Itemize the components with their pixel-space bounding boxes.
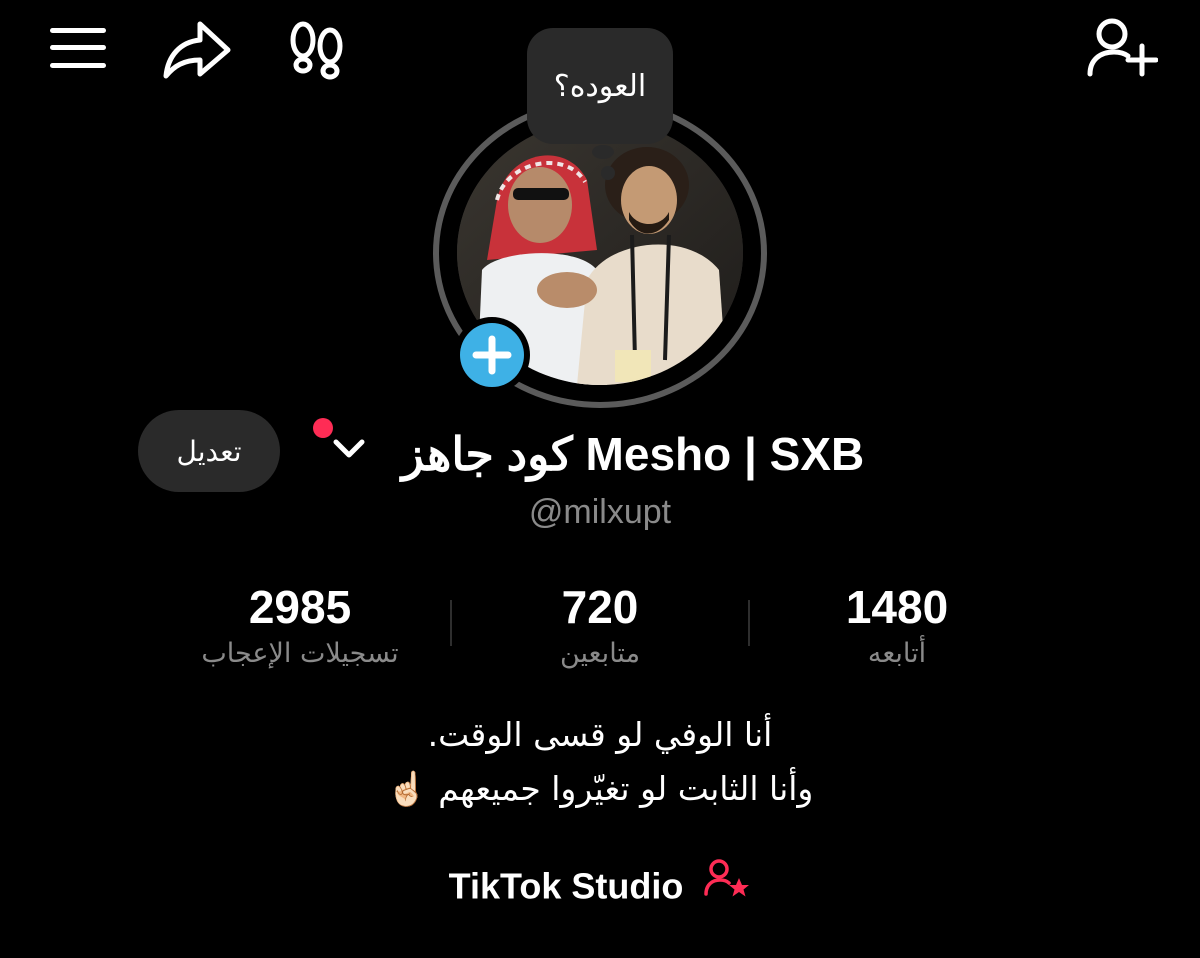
edit-profile-button[interactable]: تعديل — [138, 410, 280, 492]
following-label: أتابعه — [867, 638, 927, 669]
bio-line: وأنا الثابت لو تغيّروا جميعهم ☝🏻 — [386, 769, 814, 808]
chevron-down-icon[interactable] — [333, 438, 365, 464]
followers-label: متابعين — [559, 638, 641, 669]
likes-stat[interactable]: 2985 تسجيلات الإعجاب — [150, 580, 450, 674]
notification-dot — [313, 418, 333, 438]
username: @milxupt — [528, 493, 672, 531]
add-story-button[interactable] — [454, 317, 530, 393]
note-bubble-tail-dot — [601, 166, 615, 180]
tiktok-studio-link[interactable]: TikTok Studio — [400, 856, 800, 914]
likes-label: تسجيلات الإعجاب — [201, 638, 399, 669]
hamburger-menu-icon[interactable] — [48, 26, 108, 70]
likes-count: 2985 — [248, 581, 352, 633]
note-text: العوده؟ — [553, 68, 647, 104]
followers-stat[interactable]: 720 متابعين — [450, 580, 750, 674]
plus-icon — [472, 335, 512, 375]
note-bubble-tail — [592, 145, 614, 159]
edit-button-label: تعديل — [176, 434, 242, 468]
bio-line: أنا الوفي لو قسى الوقت. — [427, 715, 773, 754]
add-user-icon[interactable] — [1086, 16, 1158, 80]
share-arrow-icon[interactable] — [160, 18, 234, 80]
following-count: 1480 — [845, 581, 949, 633]
followers-count: 720 — [561, 581, 639, 633]
creator-star-icon — [703, 858, 751, 914]
following-stat[interactable]: 1480 أتابعه — [747, 580, 1047, 674]
tiktok-studio-label: TikTok Studio — [448, 865, 684, 907]
footprints-icon[interactable] — [286, 20, 348, 80]
display-name[interactable]: كود جاهز Mesho | SXB — [368, 422, 898, 486]
bio: أنا الوفي لو قسى الوقت. وأنا الثابت لو ت… — [250, 708, 950, 816]
note-bubble[interactable]: العوده؟ — [527, 28, 673, 144]
